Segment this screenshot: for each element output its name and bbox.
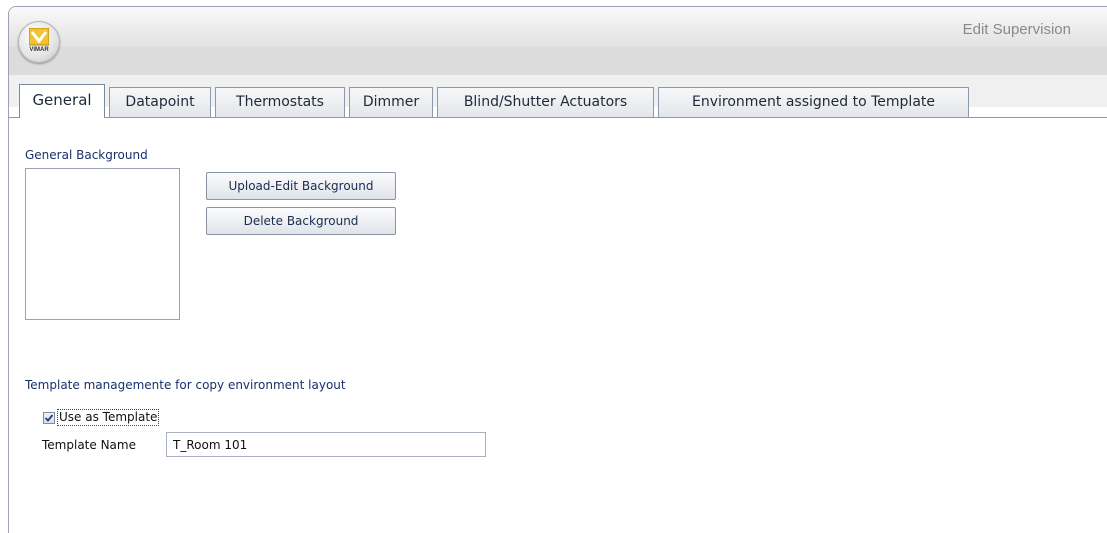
- checkmark-icon: [44, 414, 54, 422]
- vimar-logo-icon: [29, 28, 49, 46]
- upload-edit-background-button[interactable]: Upload-Edit Background: [206, 172, 396, 200]
- ribbon-bar: [9, 47, 1107, 75]
- tab-dimmer[interactable]: Dimmer: [349, 87, 433, 117]
- edit-supervision-window: Edit Supervision VIMAR General Datapoint…: [8, 6, 1107, 533]
- tab-datapoint[interactable]: Datapoint: [109, 87, 211, 117]
- use-as-template-label[interactable]: Use as Template: [57, 409, 160, 426]
- delete-background-button[interactable]: Delete Background: [206, 207, 396, 235]
- tab-environment-assigned-to-template[interactable]: Environment assigned to Template: [658, 87, 969, 117]
- template-name-input[interactable]: [166, 432, 486, 457]
- use-as-template-checkbox[interactable]: [43, 412, 55, 424]
- template-management-label: Template managemente for copy environmen…: [25, 378, 346, 392]
- tab-general[interactable]: General: [19, 84, 105, 118]
- tab-thermostats[interactable]: Thermostats: [215, 87, 345, 117]
- general-background-label: General Background: [25, 148, 148, 162]
- title-bar: Edit Supervision: [9, 7, 1107, 48]
- tab-divider: [9, 117, 1107, 118]
- vimar-logo[interactable]: VIMAR: [18, 21, 60, 63]
- logo-text: VIMAR: [29, 47, 49, 53]
- window-title: Edit Supervision: [962, 21, 1071, 38]
- tab-blind-shutter-actuators[interactable]: Blind/Shutter Actuators: [437, 87, 654, 117]
- template-name-label: Template Name: [42, 438, 136, 452]
- background-preview: [25, 168, 180, 320]
